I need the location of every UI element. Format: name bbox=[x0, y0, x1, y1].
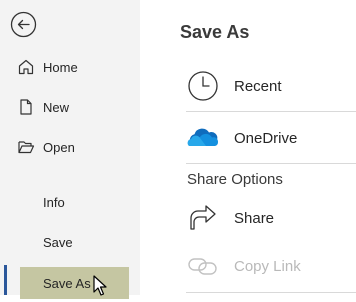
onedrive-cloud-icon bbox=[186, 121, 220, 155]
location-recent[interactable]: Recent bbox=[186, 60, 356, 112]
location-label: Recent bbox=[234, 78, 282, 95]
back-arrow-icon bbox=[10, 11, 37, 38]
sidebar-item-label: Open bbox=[43, 139, 75, 155]
location-onedrive[interactable]: OneDrive bbox=[186, 112, 356, 164]
save-as-pane: Save As Recent OneDrive Share Options Sh… bbox=[140, 0, 356, 295]
link-icon bbox=[186, 249, 220, 283]
home-icon bbox=[16, 57, 36, 77]
sidebar-item-home[interactable]: Home bbox=[0, 49, 140, 85]
share-button[interactable]: Share bbox=[186, 192, 356, 244]
sidebar-item-label: Save As bbox=[43, 276, 91, 291]
sidebar-item-open[interactable]: Open bbox=[0, 129, 140, 165]
sidebar-item-label: New bbox=[43, 99, 70, 115]
new-document-icon bbox=[16, 97, 36, 117]
backstage-sidebar: Home New Open Info Save Save As bbox=[0, 0, 140, 299]
share-label: Share bbox=[234, 210, 275, 227]
sidebar-item-label: Home bbox=[43, 59, 78, 75]
back-button[interactable] bbox=[10, 11, 37, 38]
sidebar-item-info[interactable]: Info bbox=[43, 195, 65, 210]
sidebar-item-new[interactable]: New bbox=[0, 89, 140, 125]
copy-link-label: Copy Link bbox=[234, 258, 301, 275]
divider bbox=[186, 163, 356, 164]
mouse-pointer-icon bbox=[92, 275, 108, 302]
page-title: Save As bbox=[180, 22, 250, 42]
share-options-heading: Share Options bbox=[187, 171, 283, 188]
divider bbox=[186, 292, 356, 293]
sidebar-item-save[interactable]: Save bbox=[43, 235, 73, 250]
location-label: OneDrive bbox=[234, 130, 298, 147]
open-folder-icon bbox=[16, 137, 36, 157]
clock-icon bbox=[186, 69, 220, 103]
sidebar-item-save-as[interactable]: Save As bbox=[20, 267, 129, 299]
share-arrow-icon bbox=[186, 201, 220, 235]
copy-link-button[interactable]: Copy Link bbox=[186, 240, 356, 292]
active-indicator bbox=[4, 265, 7, 295]
